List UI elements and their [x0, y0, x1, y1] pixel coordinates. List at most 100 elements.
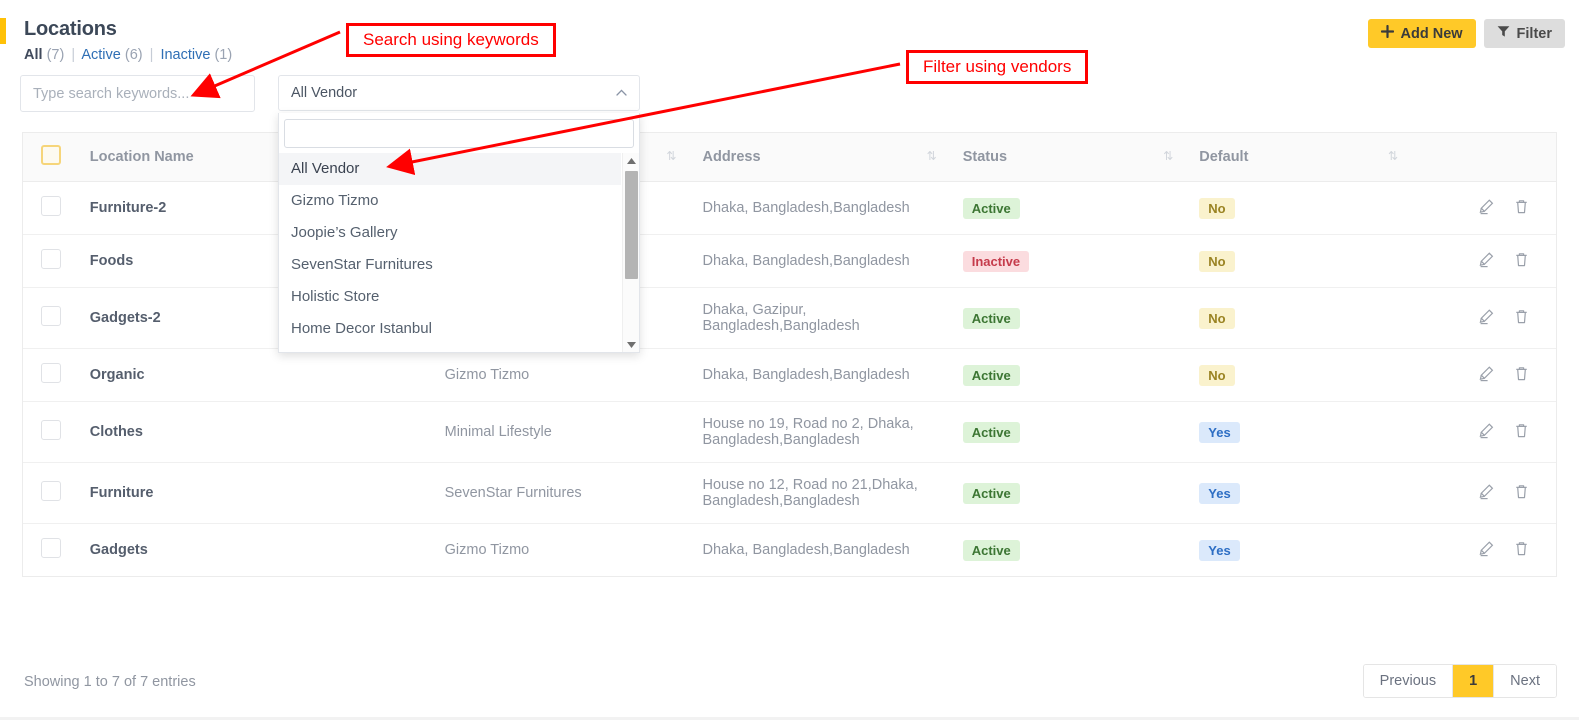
vendor-dropdown-search-wrap: [279, 113, 639, 153]
status-filter-inactive[interactable]: Inactive: [160, 47, 210, 63]
cell-default: Yes: [1189, 524, 1414, 577]
pencil-icon[interactable]: [1478, 483, 1495, 504]
trash-icon[interactable]: [1513, 251, 1530, 272]
row-checkbox[interactable]: [41, 306, 61, 326]
default-badge: No: [1199, 365, 1234, 386]
column-label-address: Address: [702, 149, 760, 165]
pencil-icon[interactable]: [1478, 251, 1495, 272]
cell-address: House no 19, Road no 2, Dhaka, Banglades…: [692, 402, 952, 463]
annotation-filter-callout: Filter using vendors: [906, 50, 1088, 84]
row-checkbox[interactable]: [41, 538, 61, 558]
annotation-search-callout: Search using keywords: [346, 23, 556, 57]
vendor-dropdown-scrollbar[interactable]: [622, 153, 639, 352]
pagination-previous[interactable]: Previous: [1364, 665, 1453, 697]
table-row: GadgetsGizmo TizmoDhaka, Bangladesh,Bang…: [23, 524, 1556, 577]
add-new-button[interactable]: Add New: [1368, 19, 1476, 48]
filter-button[interactable]: Filter: [1484, 19, 1565, 48]
status-badge: Active: [963, 540, 1020, 561]
row-checkbox[interactable]: [41, 196, 61, 216]
row-checkbox[interactable]: [41, 249, 61, 269]
table-row: ClothesMinimal LifestyleHouse no 19, Roa…: [23, 402, 1556, 463]
trash-icon[interactable]: [1513, 540, 1530, 561]
cell-location-name: Gadgets: [80, 524, 435, 577]
cell-status: Active: [953, 463, 1190, 524]
locations-table-wrap: Location Name ⇅ Vendor ⇅ Address ⇅ Statu…: [22, 132, 1557, 577]
status-badge: Active: [963, 483, 1020, 504]
column-label-default: Default: [1199, 149, 1248, 165]
row-checkbox[interactable]: [41, 363, 61, 383]
cell-status: Active: [953, 349, 1190, 402]
row-checkbox[interactable]: [41, 481, 61, 501]
filter-label: Filter: [1517, 26, 1552, 42]
trash-icon[interactable]: [1513, 198, 1530, 219]
select-all-checkbox[interactable]: [41, 145, 61, 165]
cell-actions: [1414, 463, 1556, 524]
scroll-down-arrow-icon[interactable]: [623, 337, 639, 352]
vendor-option-all-vendor[interactable]: All Vendor: [279, 153, 621, 185]
cell-default: No: [1189, 288, 1414, 349]
column-label-status: Status: [963, 149, 1007, 165]
funnel-icon: [1497, 25, 1510, 42]
pagination-page-1[interactable]: 1: [1453, 665, 1494, 697]
column-header-default[interactable]: ⇅ Default: [1189, 133, 1414, 182]
cell-location-name: Clothes: [80, 402, 435, 463]
pencil-icon[interactable]: [1478, 365, 1495, 386]
vendor-select[interactable]: All Vendor: [278, 75, 640, 111]
trash-icon[interactable]: [1513, 483, 1530, 504]
search-input[interactable]: [20, 75, 255, 112]
pencil-icon[interactable]: [1478, 308, 1495, 329]
cell-actions: [1414, 235, 1556, 288]
scrollbar-thumb[interactable]: [625, 171, 638, 279]
row-select-cell: [23, 349, 80, 402]
table-row: Furniture-2SevenStar FurnituresDhaka, Ba…: [23, 182, 1556, 235]
page-title: Locations: [24, 18, 117, 41]
cell-location-name: Furniture: [80, 463, 435, 524]
cell-status: Active: [953, 288, 1190, 349]
status-badge: Active: [963, 198, 1020, 219]
status-filter-links: All (7) | Active (6) | Inactive (1): [24, 47, 232, 63]
cell-vendor: Gizmo Tizmo: [435, 524, 693, 577]
vendor-option-joopies-gallery[interactable]: Joopie’s Gallery: [279, 217, 621, 249]
pagination-next[interactable]: Next: [1494, 665, 1556, 697]
vendor-option-holistic-store[interactable]: Holistic Store: [279, 281, 621, 313]
add-new-label: Add New: [1401, 26, 1463, 42]
pencil-icon[interactable]: [1478, 422, 1495, 443]
status-filter-all[interactable]: All: [24, 47, 43, 63]
scroll-up-arrow-icon[interactable]: [623, 153, 639, 168]
trash-icon[interactable]: [1513, 308, 1530, 329]
vendor-option-sevenstar-furnitures[interactable]: SevenStar Furnitures: [279, 249, 621, 281]
cell-actions: [1414, 402, 1556, 463]
table-row: FoodsGizmo TizmoDhaka, Bangladesh,Bangla…: [23, 235, 1556, 288]
sort-updown-icon[interactable]: ⇅: [666, 149, 676, 163]
cell-status: Active: [953, 524, 1190, 577]
cell-address: Dhaka, Bangladesh,Bangladesh: [692, 235, 952, 288]
sort-updown-icon[interactable]: ⇅: [1163, 149, 1173, 163]
row-select-cell: [23, 463, 80, 524]
vendor-option-home-decor-istanbul[interactable]: Home Decor Istanbul: [279, 313, 621, 345]
row-select-cell: [23, 182, 80, 235]
table-row: OrganicGizmo TizmoDhaka, Bangladesh,Bang…: [23, 349, 1556, 402]
cell-address: House no 12, Road no 21,Dhaka, Banglades…: [692, 463, 952, 524]
locations-page: Locations All (7) | Active (6) | Inactiv…: [0, 0, 1579, 720]
pencil-icon[interactable]: [1478, 198, 1495, 219]
row-select-cell: [23, 288, 80, 349]
select-all-header: [23, 133, 80, 182]
trash-icon[interactable]: [1513, 422, 1530, 443]
status-filter-active[interactable]: Active: [81, 47, 121, 63]
table-body: Furniture-2SevenStar FurnituresDhaka, Ba…: [23, 182, 1556, 577]
pencil-icon[interactable]: [1478, 540, 1495, 561]
row-checkbox[interactable]: [41, 420, 61, 440]
status-badge: Active: [963, 365, 1020, 386]
sort-updown-icon[interactable]: ⇅: [1388, 149, 1398, 163]
sort-updown-icon[interactable]: ⇅: [927, 149, 937, 163]
status-filter-all-count: (7): [47, 47, 65, 63]
column-header-address[interactable]: ⇅ Address: [692, 133, 952, 182]
vendor-dropdown-search-input[interactable]: [284, 119, 634, 148]
column-header-status[interactable]: ⇅ Status: [953, 133, 1190, 182]
vendor-option-gizmo-tizmo[interactable]: Gizmo Tizmo: [279, 185, 621, 217]
title-accent-bar: [0, 18, 6, 44]
trash-icon[interactable]: [1513, 365, 1530, 386]
cell-status: Active: [953, 182, 1190, 235]
default-badge: No: [1199, 308, 1234, 329]
cell-address: Dhaka, Bangladesh,Bangladesh: [692, 182, 952, 235]
